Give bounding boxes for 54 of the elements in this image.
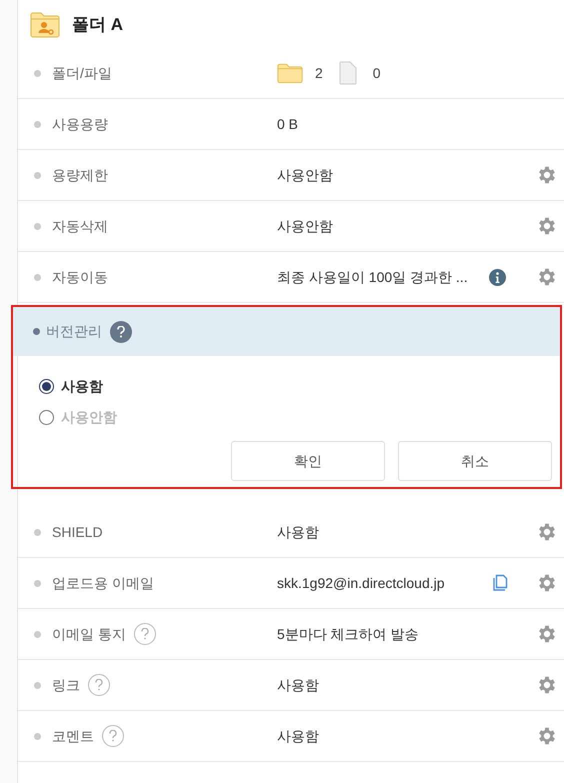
- row-label: 자동삭제: [52, 216, 108, 236]
- folder-count: 2: [315, 64, 323, 82]
- bullet-icon: [34, 70, 41, 76]
- settings-icon[interactable]: [536, 215, 558, 237]
- settings-icon[interactable]: [536, 725, 558, 747]
- bullet-icon: [33, 328, 40, 335]
- row-label: 코멘트: [52, 726, 94, 746]
- row-label: 업로드용 이메일: [52, 574, 154, 592]
- shared-folder-icon: [30, 11, 60, 39]
- row-value: 사용함: [277, 676, 319, 694]
- dialog-button[interactable]: 확인: [231, 441, 385, 481]
- bullet-icon: [34, 630, 41, 638]
- bullet-icon: [34, 222, 41, 230]
- folder-title: 폴더 A: [72, 14, 123, 36]
- row-label: SHIELD: [52, 522, 103, 542]
- bullet-icon: [34, 528, 41, 536]
- settings-icon[interactable]: [536, 164, 558, 186]
- info-icon[interactable]: [489, 268, 506, 286]
- row-label: 사용용량: [52, 114, 108, 134]
- folder-icon: [277, 62, 303, 84]
- settings-icon[interactable]: [536, 674, 558, 696]
- help-icon[interactable]: [134, 623, 156, 645]
- section-label: 버전관리: [46, 322, 102, 341]
- row-value: skk.1g92@in.directcloud.jp: [277, 574, 445, 593]
- settings-icon[interactable]: [536, 521, 558, 543]
- help-icon[interactable]: [102, 725, 124, 747]
- row-value: 5분마다 체크하여 발송: [277, 624, 419, 644]
- bullet-icon: [34, 580, 41, 586]
- dialog-button[interactable]: 취소: [398, 441, 552, 481]
- help-icon[interactable]: [110, 320, 132, 342]
- row-label: 자동이동: [52, 268, 108, 286]
- settings-icon[interactable]: [536, 572, 558, 594]
- row-value: 최종 사용일이 100일 경과한 ...: [277, 268, 468, 286]
- row-label: 폴더/파일: [52, 64, 112, 82]
- help-icon[interactable]: [88, 674, 110, 696]
- settings-icon[interactable]: [536, 623, 558, 645]
- row-label: 링크: [52, 676, 80, 694]
- bullet-icon: [34, 172, 41, 178]
- radio-option[interactable]: 사용함: [39, 376, 103, 397]
- copy-icon[interactable]: [492, 574, 510, 592]
- bullet-icon: [34, 732, 41, 740]
- bullet-icon: [34, 682, 41, 688]
- row-label: 이메일 통지: [52, 624, 126, 644]
- file-count: 0: [372, 64, 381, 82]
- row-label: 용량제한: [52, 166, 108, 184]
- row-value: 사용함: [277, 522, 319, 542]
- settings-icon[interactable]: [536, 266, 558, 288]
- bullet-icon: [34, 274, 41, 280]
- row-value: 사용안함: [277, 166, 333, 184]
- bullet-icon: [34, 120, 41, 128]
- row-value: 사용함: [277, 726, 319, 746]
- file-icon: [338, 61, 357, 85]
- row-value: 0 B: [277, 114, 298, 134]
- row-value: 사용안함: [277, 216, 333, 236]
